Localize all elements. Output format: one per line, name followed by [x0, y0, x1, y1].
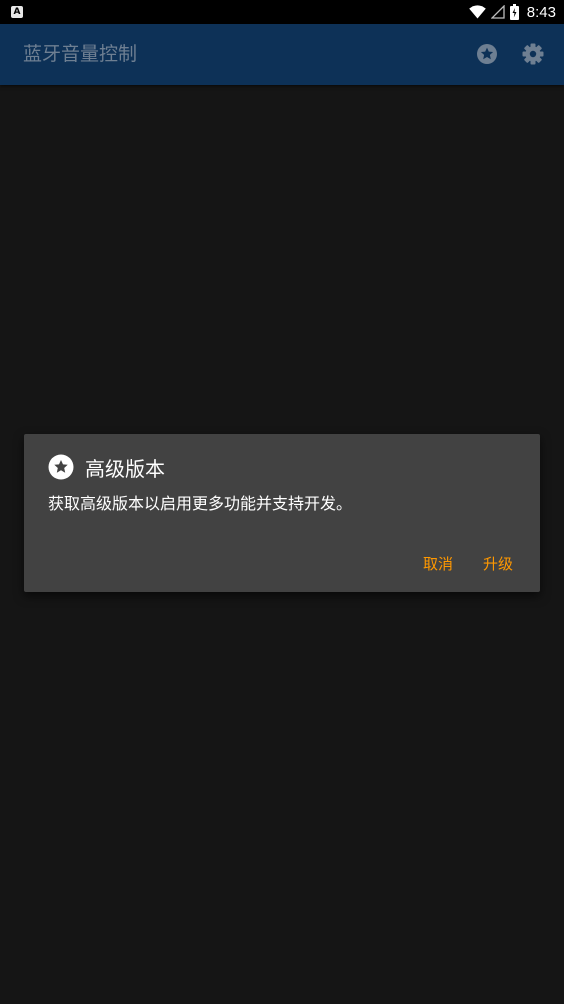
premium-dialog: 高级版本 获取高级版本以启用更多功能并支持开发。 取消 升级 [24, 434, 540, 592]
upgrade-button[interactable]: 升级 [483, 550, 513, 578]
app-title: 蓝牙音量控制 [23, 43, 138, 65]
app-bar: 蓝牙音量控制 [0, 24, 564, 85]
status-time: 8:43 [526, 3, 556, 21]
battery-icon [509, 4, 519, 20]
dialog-message: 获取高级版本以启用更多功能并支持开发。 [48, 494, 353, 513]
star-icon [48, 454, 74, 480]
signal-icon [490, 5, 505, 19]
cancel-button[interactable]: 取消 [423, 550, 453, 578]
gear-icon[interactable] [521, 42, 545, 66]
star-icon[interactable] [475, 42, 499, 66]
status-icons: 8:43 [468, 0, 556, 24]
app-notification-icon: A [11, 6, 23, 18]
status-bar: A 8:43 [0, 0, 564, 24]
dialog-title: 高级版本 [85, 456, 165, 481]
wifi-icon [468, 5, 486, 19]
dialog-title-row: 高级版本 [48, 454, 165, 481]
